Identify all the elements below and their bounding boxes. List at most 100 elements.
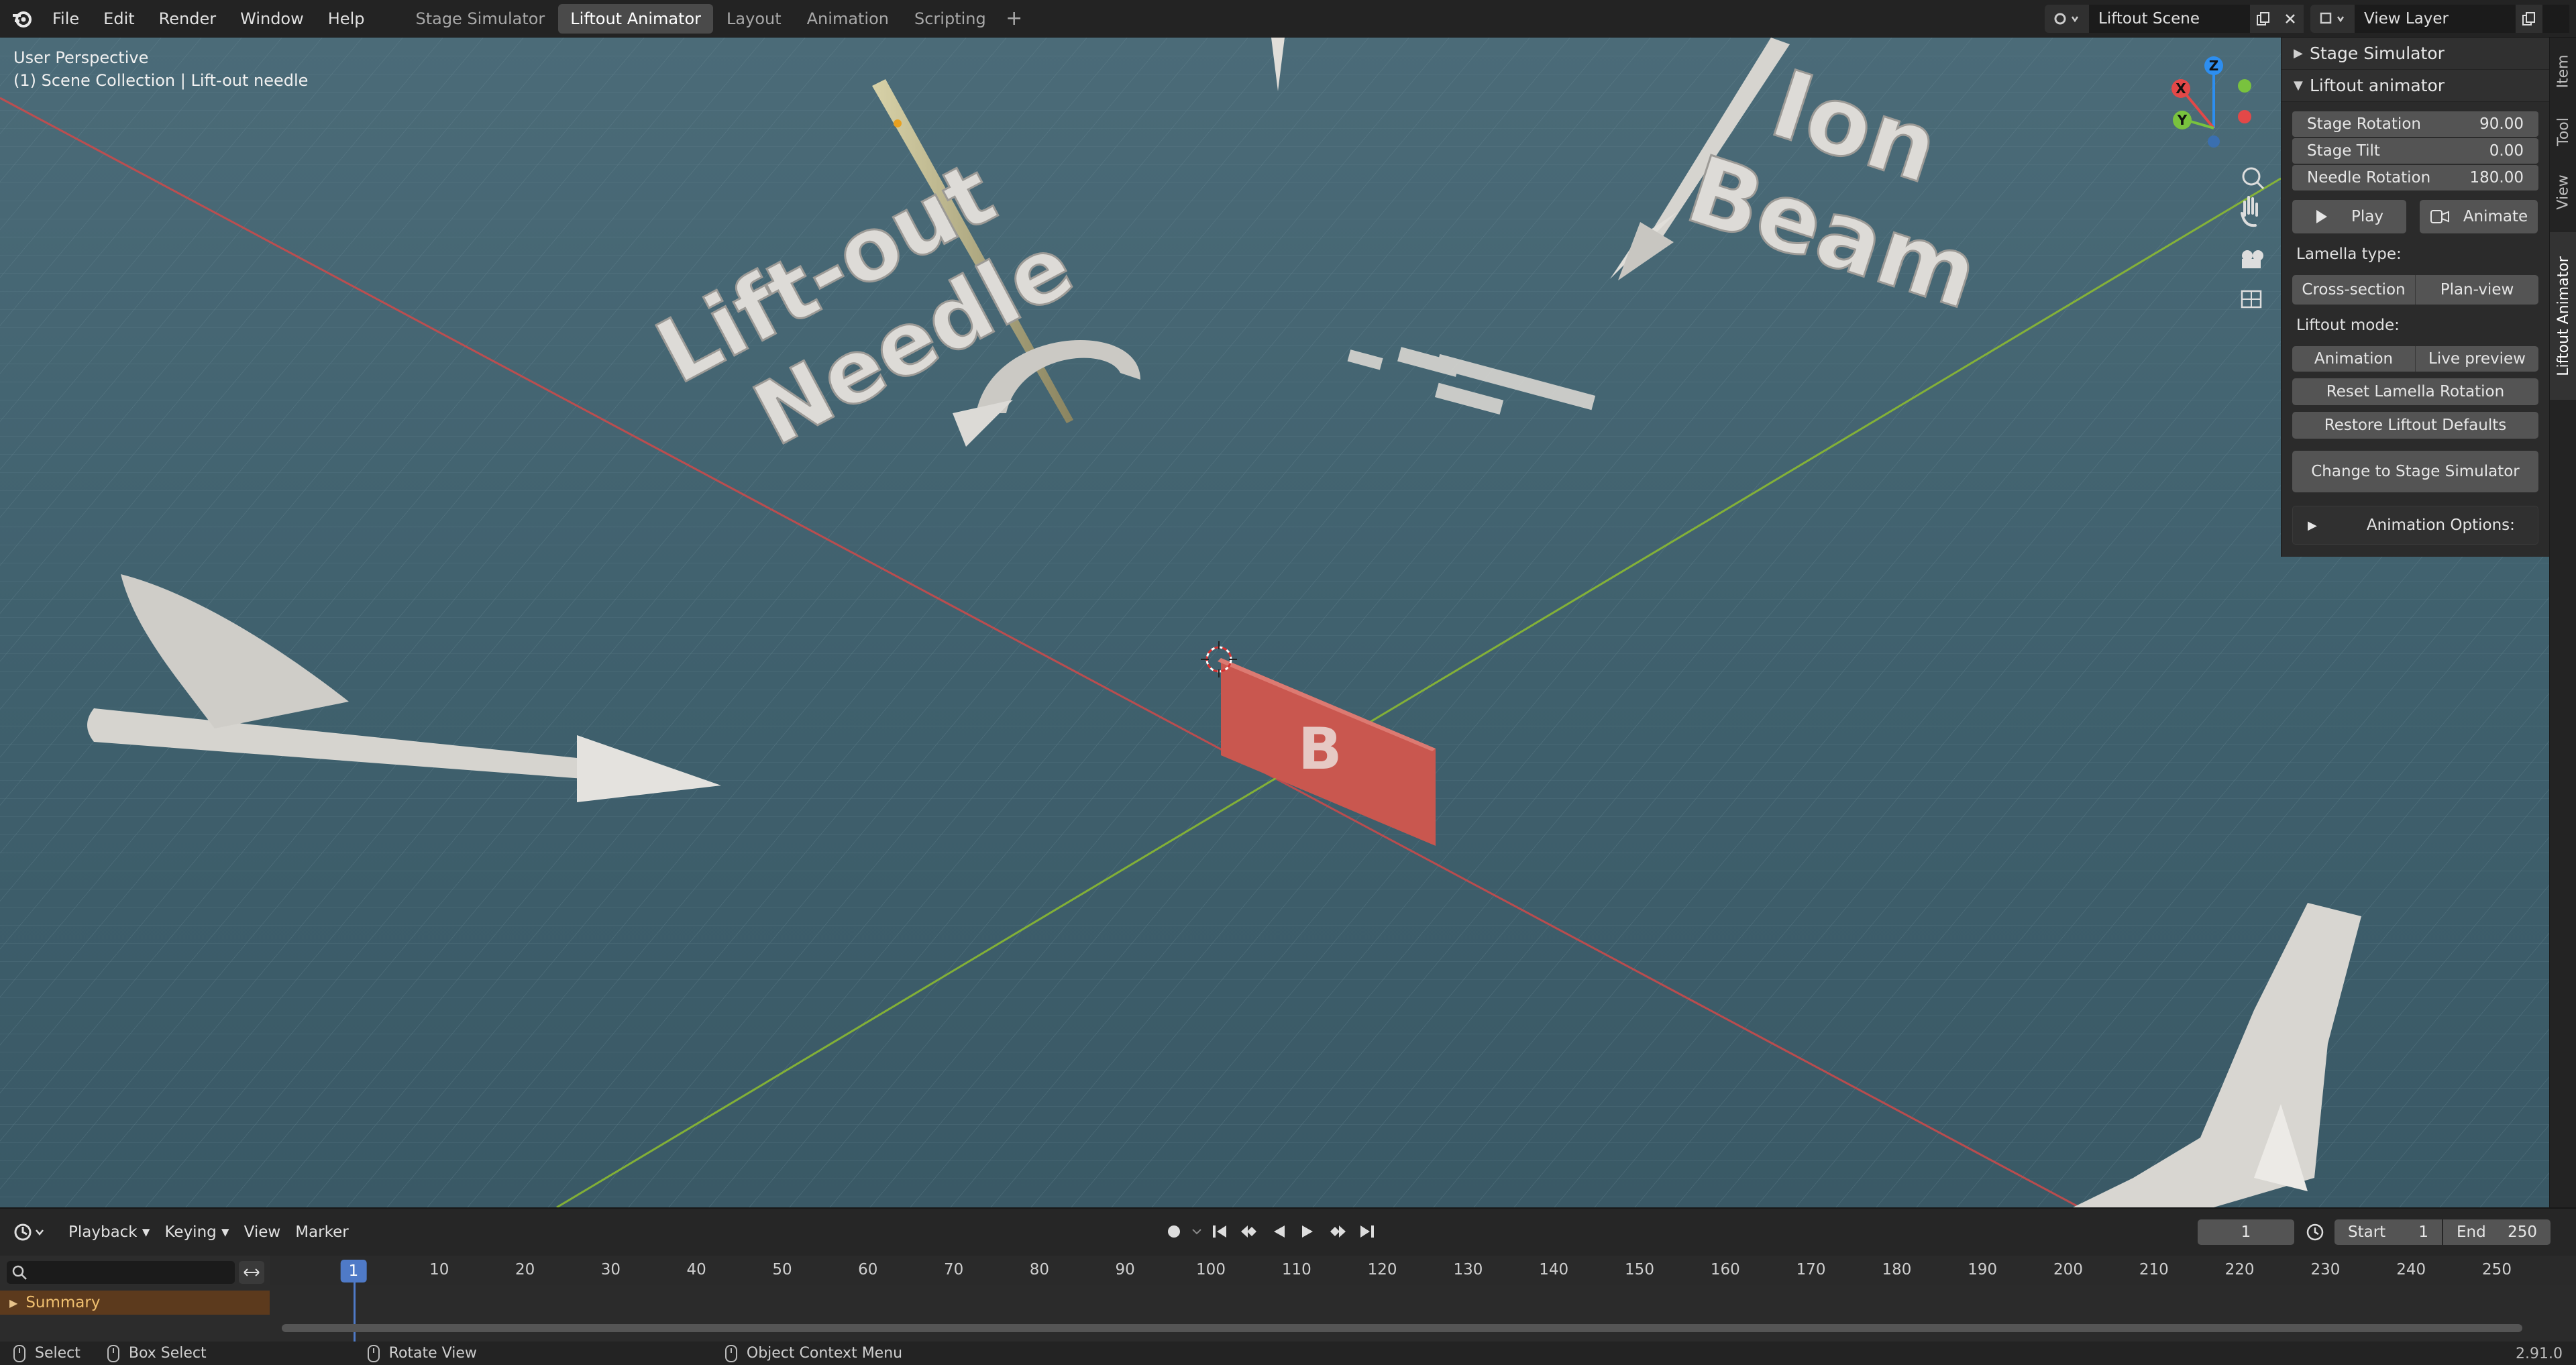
plan-view-option[interactable]: Plan-view [2416, 275, 2538, 305]
tab-scripting[interactable]: Scripting [902, 4, 998, 34]
tab-item[interactable]: Item [2550, 44, 2576, 98]
cross-section-option[interactable]: Cross-section [2292, 275, 2416, 305]
tab-animation[interactable]: Animation [795, 4, 901, 34]
swap-filter-icon[interactable] [239, 1261, 264, 1284]
frame-tick-label: 220 [2224, 1261, 2255, 1278]
blender-logo-icon[interactable] [3, 0, 40, 38]
frame-tick-label: 40 [686, 1261, 706, 1278]
start-frame-field[interactable]: Start 1 [2334, 1219, 2442, 1245]
menu-render[interactable]: Render [147, 0, 228, 38]
needle-rotation-value: 180.00 [2469, 169, 2524, 186]
frame-tick-label: 90 [1115, 1261, 1135, 1278]
frame-tick-label: 150 [1625, 1261, 1654, 1278]
record-icon[interactable] [1161, 1218, 1187, 1245]
frame-tick-label: 230 [2310, 1261, 2341, 1278]
end-frame-field[interactable]: End 250 [2443, 1219, 2551, 1245]
change-to-stage-simulator-button[interactable]: Change to Stage Simulator [2292, 451, 2538, 492]
animate-label: Animate [2463, 208, 2528, 225]
frame-tick-label: 130 [1453, 1261, 1483, 1278]
add-workspace-button[interactable]: + [1000, 7, 1029, 30]
timeline-scrollbar[interactable] [282, 1324, 2522, 1332]
status-select: Select [13, 1344, 80, 1362]
stage-tilt-field[interactable]: Stage Tilt 0.00 [2292, 138, 2538, 164]
view-layer-field[interactable]: View Layer [2355, 5, 2516, 33]
keyframe-track[interactable] [270, 1285, 2576, 1343]
mouse-drag-icon [107, 1344, 119, 1362]
3d-viewport[interactable]: Lift-out Needle Ion Beam B Z X Y User Pe… [0, 38, 2549, 1207]
tab-liftout-animator[interactable]: Liftout Animator [2550, 232, 2576, 400]
status-box-select-label: Box Select [128, 1345, 207, 1362]
preview-range-clock-icon[interactable] [2305, 1222, 2325, 1246]
frame-tick-label: 160 [1710, 1261, 1740, 1278]
tab-view[interactable]: View [2550, 165, 2576, 219]
top-bar: File Edit Render Window Help Stage Simul… [0, 0, 2576, 38]
liftout-mode-label: Liftout mode: [2296, 317, 2400, 334]
animate-button[interactable]: Animate [2420, 200, 2538, 233]
record-options-icon[interactable] [1190, 1218, 1203, 1245]
jump-next-keyframe-icon[interactable] [1324, 1218, 1351, 1245]
stage-simulator-section-header[interactable]: ▶ Stage Simulator [2282, 38, 2549, 70]
tab-liftout-animator[interactable]: Liftout Animator [558, 3, 714, 34]
reset-lamella-rotation-button[interactable]: Reset Lamella Rotation [2292, 378, 2538, 405]
view-menu[interactable]: View [244, 1223, 281, 1241]
frame-tick-label: 250 [2482, 1261, 2512, 1278]
frame-tick-label: 240 [2396, 1261, 2426, 1278]
tab-layout[interactable]: Layout [714, 4, 794, 34]
frame-tick-label: 110 [1281, 1261, 1311, 1278]
editor-type-icon[interactable] [13, 1219, 54, 1246]
delete-scene-icon[interactable] [2277, 5, 2304, 33]
tab-stage-simulator[interactable]: Stage Simulator [403, 4, 557, 34]
version-label: 2.91.0 [2516, 1346, 2563, 1362]
animation-mode-option[interactable]: Animation [2292, 346, 2416, 372]
marker-menu[interactable]: Marker [295, 1223, 349, 1241]
left-mouse-icon [13, 1344, 25, 1362]
frame-tick-label: 120 [1367, 1261, 1397, 1278]
menu-file[interactable]: File [40, 0, 91, 38]
channel-search-input[interactable] [7, 1261, 235, 1284]
liftout-animator-section-header[interactable]: ▼ Liftout animator [2282, 70, 2549, 102]
frame-ruler[interactable]: 1 10 20 30 40 50 60 70 80 90 100 110 120 130 140 150 16… [270, 1256, 2576, 1285]
status-box-select: Box Select [107, 1344, 207, 1362]
tab-liftout-animator-label: Liftout Animator [2555, 256, 2572, 376]
needle-rotation-field[interactable]: Needle Rotation 180.00 [2292, 165, 2538, 190]
search-icon [12, 1265, 27, 1280]
start-value: 1 [2418, 1223, 2428, 1241]
play-reverse-icon[interactable] [1265, 1218, 1292, 1245]
scene-canvas[interactable]: Lift-out Needle Ion Beam B Z X Y [0, 38, 2549, 1207]
current-frame-indicator[interactable]: 1 [340, 1260, 367, 1282]
active-collection-label: (1) Scene Collection | Lift-out needle [13, 71, 309, 90]
live-preview-option[interactable]: Live preview [2416, 346, 2538, 372]
tab-tool[interactable]: Tool [2550, 105, 2576, 158]
view-layer-spacer [2542, 5, 2569, 33]
summary-channel[interactable]: ▶ Summary [0, 1291, 270, 1315]
new-view-layer-icon[interactable] [2516, 5, 2542, 33]
animation-options-subpanel[interactable]: ▶ Animation Options: [2292, 506, 2538, 545]
scene-browse-icon[interactable] [2045, 5, 2089, 33]
summary-expand-icon[interactable]: ▶ [9, 1297, 17, 1309]
gizmo-y-label: Y [2177, 112, 2188, 128]
menu-edit[interactable]: Edit [91, 0, 146, 38]
channel-list: ▶ Summary [0, 1256, 270, 1343]
liftout-mode-selector: Animation Live preview [2292, 346, 2538, 372]
menu-help[interactable]: Help [316, 0, 377, 38]
current-frame-field[interactable]: 1 [2198, 1219, 2294, 1245]
jump-end-icon[interactable] [1354, 1218, 1381, 1245]
keying-menu[interactable]: Keying ▾ [164, 1223, 229, 1241]
scene-selector: Liftout Scene [2045, 5, 2304, 33]
menu-window[interactable]: Window [228, 0, 316, 38]
floor-grid [0, 38, 2549, 1207]
scene-name-field[interactable]: Liftout Scene [2089, 5, 2250, 33]
play-label: Play [2351, 208, 2383, 225]
status-select-label: Select [35, 1345, 80, 1362]
jump-prev-keyframe-icon[interactable] [1236, 1218, 1263, 1245]
playback-menu[interactable]: Playback ▾ [68, 1223, 150, 1241]
play-button[interactable]: Play [2292, 200, 2406, 233]
play-forward-icon[interactable] [1295, 1218, 1322, 1245]
sidebar-tabs: Item Tool View Liftout Animator [2549, 38, 2576, 1207]
view-layer-browse-icon[interactable] [2310, 5, 2355, 33]
jump-start-icon[interactable] [1206, 1218, 1233, 1245]
restore-liftout-defaults-button[interactable]: Restore Liftout Defaults [2292, 412, 2538, 439]
gizmo-z-label: Z [2209, 58, 2219, 74]
stage-rotation-field[interactable]: Stage Rotation 90.00 [2292, 111, 2538, 137]
new-scene-icon[interactable] [2250, 5, 2277, 33]
